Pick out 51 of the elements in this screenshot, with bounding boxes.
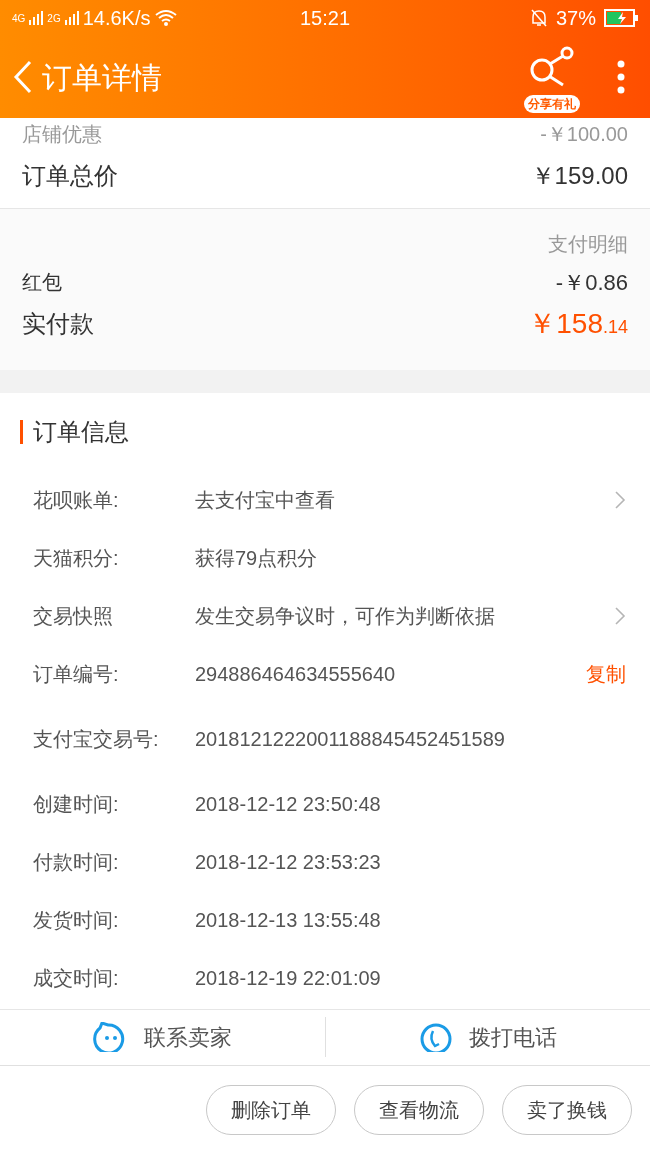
info-value: 2018121222001188845452451589	[195, 726, 506, 752]
back-button[interactable]	[12, 59, 34, 95]
network-type: 4G	[12, 11, 26, 26]
info-value: 2018-12-13 13:55:48	[195, 907, 382, 933]
info-label: 交易快照	[33, 603, 114, 629]
order-action-button[interactable]: 查看物流	[354, 1085, 484, 1136]
info-label: 创建时间:	[33, 791, 120, 817]
info-value: 发生交易争议时，可作为判断依据	[195, 603, 496, 629]
clock: 15:21	[298, 6, 352, 31]
payment-value: -￥0.86	[555, 268, 628, 297]
network-speed: 14.6K/s	[82, 6, 151, 31]
section-title: 订单信息	[33, 416, 129, 447]
info-label: 订单编号:	[33, 661, 120, 687]
info-value: 294886464634555640	[195, 661, 397, 687]
network-type: 2G	[47, 11, 61, 26]
info-label: 付款时间:	[33, 849, 120, 875]
bell-muted-icon	[530, 8, 548, 28]
battery-percent: 37%	[556, 6, 596, 31]
back-icon	[12, 59, 34, 95]
signal-icon	[64, 11, 79, 25]
summary-label: 店铺优惠	[22, 124, 102, 144]
paid-amount: ￥158.14	[528, 307, 628, 341]
info-label: 花呗账单:	[33, 487, 120, 513]
phone-icon	[418, 1022, 453, 1053]
summary-label: 订单总价	[22, 161, 118, 191]
info-value: 去支付宝中查看	[195, 487, 336, 513]
chevron-right-icon	[614, 605, 626, 626]
payment-detail-title: 支付明细	[548, 232, 628, 257]
contact-button[interactable]: 拨打电话	[324, 1017, 650, 1058]
info-value: 2018-12-12 23:53:23	[195, 849, 382, 875]
signal-icon	[29, 11, 44, 25]
info-label: 成交时间:	[33, 965, 120, 991]
battery-icon	[604, 9, 638, 27]
chevron-right-icon	[614, 489, 626, 510]
wifi-icon	[154, 9, 177, 27]
more-icon[interactable]	[616, 60, 626, 94]
share-badge: 分享有礼	[524, 95, 580, 113]
info-label: 支付宝交易号:	[33, 726, 160, 752]
info-value: 获得79点积分	[195, 545, 319, 571]
info-value: 2018-12-19 22:01:09	[195, 965, 382, 991]
payment-label: 红包	[22, 270, 62, 295]
payment-label: 实付款	[22, 309, 94, 339]
info-label: 发货时间:	[33, 907, 120, 933]
summary-value: ￥159.00	[530, 161, 628, 191]
info-value: 2018-12-12 23:50:48	[195, 791, 382, 817]
contact-button[interactable]: 联系卖家	[0, 1017, 325, 1058]
info-label: 天猫积分:	[33, 545, 120, 571]
order-action-button[interactable]: 删除订单	[206, 1085, 336, 1136]
order-action-button[interactable]: 卖了换钱	[502, 1085, 632, 1136]
summary-value: -￥100.00	[540, 124, 628, 144]
page-title: 订单详情	[42, 59, 163, 96]
